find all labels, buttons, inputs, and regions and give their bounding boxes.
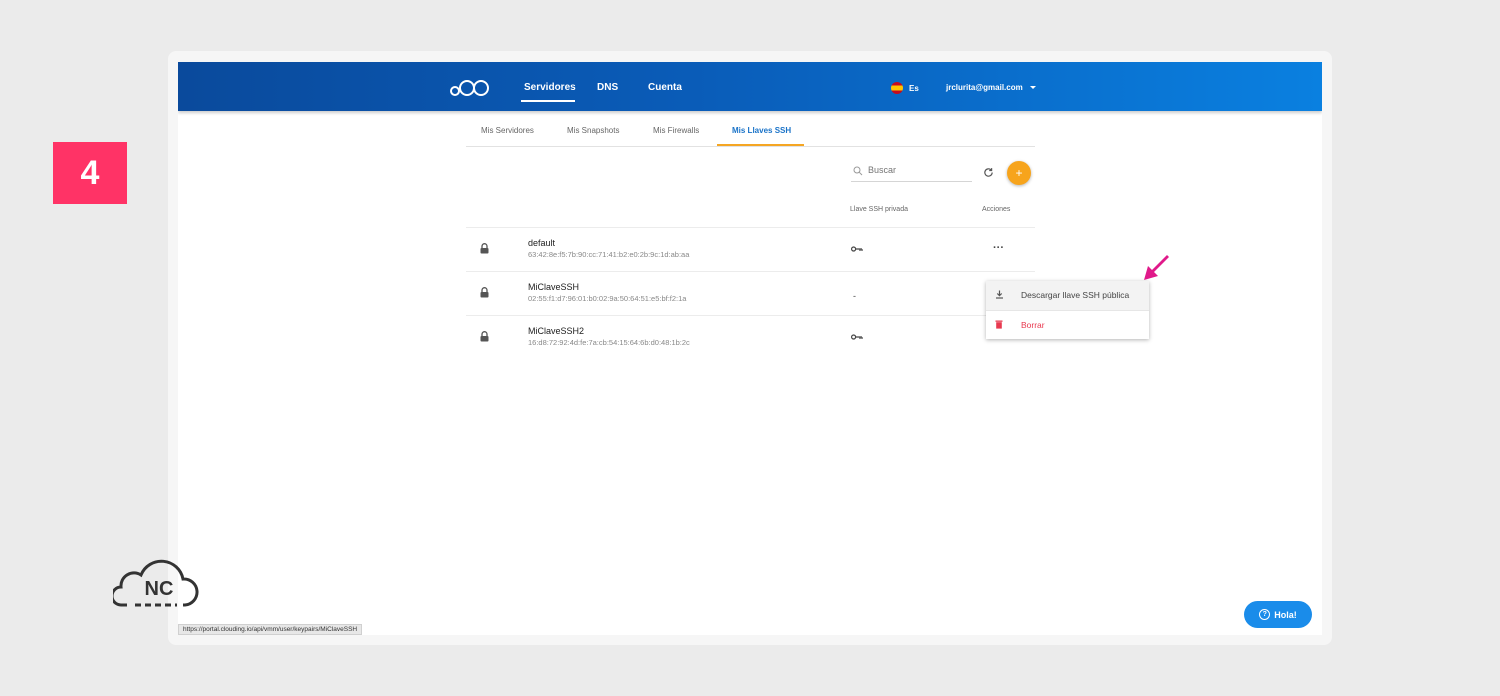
column-header-actions: Acciones: [982, 206, 1011, 213]
language-selector[interactable]: Es: [909, 84, 919, 93]
menu-label: Borrar: [1021, 320, 1045, 330]
nav-cuenta[interactable]: Cuenta: [648, 82, 682, 93]
top-navbar: Servidores DNS Cuenta Es jrclurita@gmail…: [178, 62, 1322, 111]
search-underline: [851, 181, 972, 182]
nc-cloud-logo-icon: NC: [113, 559, 199, 607]
lock-icon: [480, 243, 489, 254]
question-icon: ?: [1259, 609, 1271, 620]
lock-icon: [480, 287, 489, 298]
row-divider: [466, 315, 1035, 316]
key-name[interactable]: MiClaveSSH: [528, 282, 579, 292]
status-bar-url: https://portal.clouding.io/api/vmm/user/…: [178, 624, 363, 635]
tab-mis-firewalls[interactable]: Mis Firewalls: [653, 126, 699, 135]
search-input[interactable]: [868, 163, 972, 177]
download-icon: [996, 290, 1003, 299]
nav-servidores[interactable]: Servidores: [524, 82, 576, 93]
help-chat-button[interactable]: ? Hola!: [1244, 601, 1312, 628]
tab-mis-snapshots[interactable]: Mis Snapshots: [567, 126, 619, 135]
tab-mis-servidores[interactable]: Mis Servidores: [481, 126, 534, 135]
table-header-divider: [466, 227, 1035, 228]
search-icon: [853, 166, 863, 176]
help-chat-label: Hola!: [1274, 609, 1297, 620]
key-fingerprint: 02:55:f1:d7:96:01:b0:02:9a:50:64:51:e5:b…: [528, 294, 687, 303]
tab-mis-llaves-ssh[interactable]: Mis Llaves SSH: [732, 126, 791, 135]
actions-context-menu: Descargar llave SSH pública Borrar: [986, 281, 1149, 339]
key-fingerprint: 63:42:8e:f5:7b:90:cc:71:41:b2:e0:2b:9c:1…: [528, 250, 690, 259]
menu-label: Descargar llave SSH pública: [1021, 290, 1130, 300]
clouding-logo-icon[interactable]: [450, 76, 492, 98]
key-name[interactable]: default: [528, 238, 555, 248]
key-icon: [851, 246, 863, 252]
refresh-icon[interactable]: [983, 167, 994, 178]
tabs-divider: [466, 146, 1035, 147]
lock-icon: [480, 331, 489, 342]
active-tab-indicator: [717, 144, 804, 146]
trash-icon: [995, 320, 1003, 329]
key-name[interactable]: MiClaveSSH2: [528, 326, 584, 336]
nav-dns[interactable]: DNS: [597, 82, 618, 93]
no-private-key: -: [853, 291, 856, 301]
user-menu[interactable]: jrclurita@gmail.com: [946, 83, 1023, 92]
pointer-arrow-icon: [1144, 255, 1169, 280]
browser-viewport: Servidores DNS Cuenta Es jrclurita@gmail…: [178, 62, 1322, 635]
nc-logo-text: NC: [145, 578, 174, 600]
more-actions-icon[interactable]: ···: [993, 242, 1004, 254]
row-divider: [466, 271, 1035, 272]
key-icon: [851, 334, 863, 340]
menu-item-delete[interactable]: Borrar: [986, 310, 1149, 339]
column-header-private-key: Llave SSH privada: [850, 206, 908, 213]
spain-flag-icon[interactable]: [891, 82, 903, 94]
add-key-button[interactable]: +: [1007, 161, 1031, 185]
nav-active-indicator: [521, 100, 575, 102]
step-badge: 4: [53, 142, 127, 204]
chevron-down-icon[interactable]: [1030, 86, 1036, 89]
menu-item-download-public-key[interactable]: Descargar llave SSH pública: [986, 281, 1149, 310]
key-fingerprint: 16:d8:72:92:4d:fe:7a:cb:54:15:64:6b:d0:4…: [528, 338, 690, 347]
